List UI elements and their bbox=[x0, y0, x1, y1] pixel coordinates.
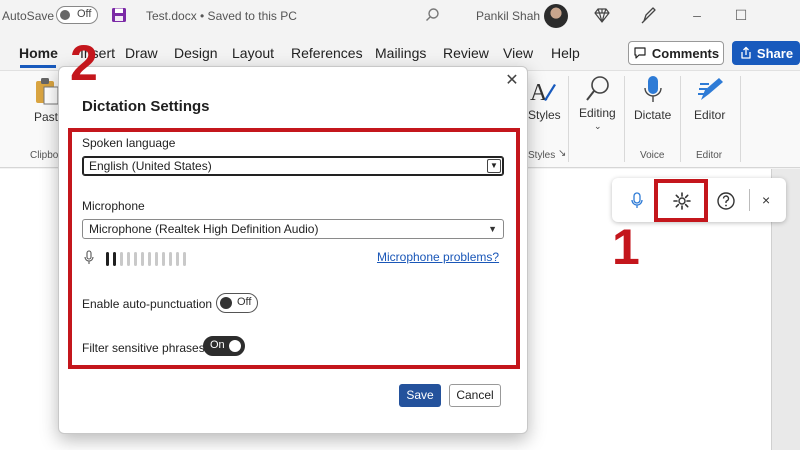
tab-review[interactable]: Review bbox=[443, 45, 489, 61]
comments-label: Comments bbox=[651, 45, 720, 61]
document-title: Test.docx • Saved to this PC bbox=[146, 9, 297, 23]
mic-level-icon bbox=[84, 250, 94, 269]
diamond-icon[interactable] bbox=[593, 6, 611, 27]
maximize-icon[interactable]: ☐ bbox=[732, 6, 750, 24]
styles-label[interactable]: Styles bbox=[528, 108, 561, 122]
ribbon-divider bbox=[680, 76, 681, 162]
editor-group-label: Editor bbox=[696, 150, 723, 161]
chevron-down-icon: ▼ bbox=[488, 224, 497, 234]
mic-level-bar bbox=[162, 252, 165, 266]
clipboard-group-label: Clipbo bbox=[30, 150, 59, 161]
mic-level-bar bbox=[127, 252, 130, 266]
auto-punctuation-toggle[interactable]: Off bbox=[216, 293, 258, 313]
mic-level-bar bbox=[141, 252, 144, 266]
mic-level-bar bbox=[148, 252, 151, 266]
mic-level-bar bbox=[176, 252, 179, 266]
editing-search-icon[interactable] bbox=[584, 74, 612, 107]
save-button[interactable]: Save bbox=[399, 384, 441, 407]
ribbon-divider bbox=[740, 76, 741, 162]
filter-sensitive-label: Filter sensitive phrases bbox=[82, 341, 205, 355]
styles-icon[interactable]: A bbox=[528, 78, 558, 109]
mic-level-bar bbox=[106, 252, 109, 266]
spoken-language-label: Spoken language bbox=[82, 136, 176, 150]
styles-group-label: Styles bbox=[528, 150, 556, 161]
dictation-mic-icon[interactable] bbox=[630, 192, 644, 213]
voice-group-label: Voice bbox=[640, 150, 665, 161]
mic-level-bar bbox=[155, 252, 158, 266]
filter-sensitive-toggle[interactable]: On bbox=[203, 336, 245, 356]
tab-draw[interactable]: Draw bbox=[125, 45, 158, 61]
comment-icon bbox=[634, 47, 646, 59]
dictate-label[interactable]: Dictate bbox=[634, 108, 671, 122]
mic-level-bar bbox=[113, 252, 116, 266]
tab-view[interactable]: View bbox=[503, 45, 533, 61]
paste-icon[interactable] bbox=[34, 76, 60, 109]
share-label: Share bbox=[756, 45, 794, 61]
close-icon[interactable]: × bbox=[762, 192, 770, 208]
tab-mailings[interactable]: Mailings bbox=[375, 45, 426, 61]
annotation-highlight-settings bbox=[654, 179, 708, 222]
auto-punctuation-label: Enable auto-punctuation bbox=[82, 297, 213, 311]
help-icon[interactable] bbox=[716, 191, 736, 214]
microphone-select[interactable]: Microphone (Realtek High Definition Audi… bbox=[82, 219, 504, 239]
mic-level-bar bbox=[134, 252, 137, 266]
ribbon-divider bbox=[624, 76, 625, 162]
tab-references[interactable]: References bbox=[291, 45, 363, 61]
mic-level-bar bbox=[169, 252, 172, 266]
annotation-step-1: 1 bbox=[612, 219, 640, 275]
mic-level-bar bbox=[120, 252, 123, 266]
annotation-step-2: 2 bbox=[70, 35, 98, 91]
editor-label[interactable]: Editor bbox=[694, 108, 725, 122]
dialog-title: Dictation Settings bbox=[82, 98, 210, 115]
pen-icon[interactable] bbox=[640, 5, 658, 28]
microphone-label: Microphone bbox=[82, 199, 145, 213]
tab-layout[interactable]: Layout bbox=[232, 45, 274, 61]
search-icon[interactable] bbox=[424, 7, 440, 26]
cancel-button[interactable]: Cancel bbox=[449, 384, 501, 407]
svg-text:A: A bbox=[530, 80, 548, 106]
dialog-launcher-icon[interactable]: ↘ bbox=[558, 148, 566, 159]
share-icon bbox=[741, 46, 751, 59]
share-button[interactable]: Share bbox=[732, 41, 800, 65]
tab-design[interactable]: Design bbox=[174, 45, 218, 61]
autosave-label: AutoSave bbox=[2, 9, 55, 23]
autosave-toggle[interactable]: Off bbox=[56, 6, 98, 24]
chevron-down-icon: ▼ bbox=[487, 159, 501, 173]
chevron-down-icon[interactable]: ⌄ bbox=[594, 121, 602, 132]
toolbar-divider bbox=[749, 189, 750, 211]
comments-button[interactable]: Comments bbox=[628, 41, 724, 65]
active-tab-indicator bbox=[20, 65, 56, 68]
tab-help[interactable]: Help bbox=[551, 45, 580, 61]
mic-level-meter bbox=[106, 252, 186, 266]
minimize-icon[interactable]: – bbox=[688, 6, 706, 24]
editing-label[interactable]: Editing bbox=[579, 106, 616, 120]
dialog-close-icon[interactable]: ✕ bbox=[503, 72, 521, 90]
editor-icon[interactable] bbox=[697, 76, 727, 107]
user-name: Pankil Shah bbox=[476, 9, 541, 23]
microphone-icon[interactable] bbox=[642, 74, 664, 109]
avatar[interactable] bbox=[544, 4, 568, 28]
spoken-language-select[interactable]: English (United States) ▼ bbox=[82, 156, 504, 176]
save-icon[interactable] bbox=[110, 6, 128, 27]
mic-level-bar bbox=[183, 252, 186, 266]
microphone-problems-link[interactable]: Microphone problems? bbox=[377, 250, 499, 264]
tab-home[interactable]: Home bbox=[19, 45, 58, 61]
ribbon-divider bbox=[568, 76, 569, 162]
title-bar: AutoSave Off Test.docx • Saved to this P… bbox=[0, 0, 800, 32]
